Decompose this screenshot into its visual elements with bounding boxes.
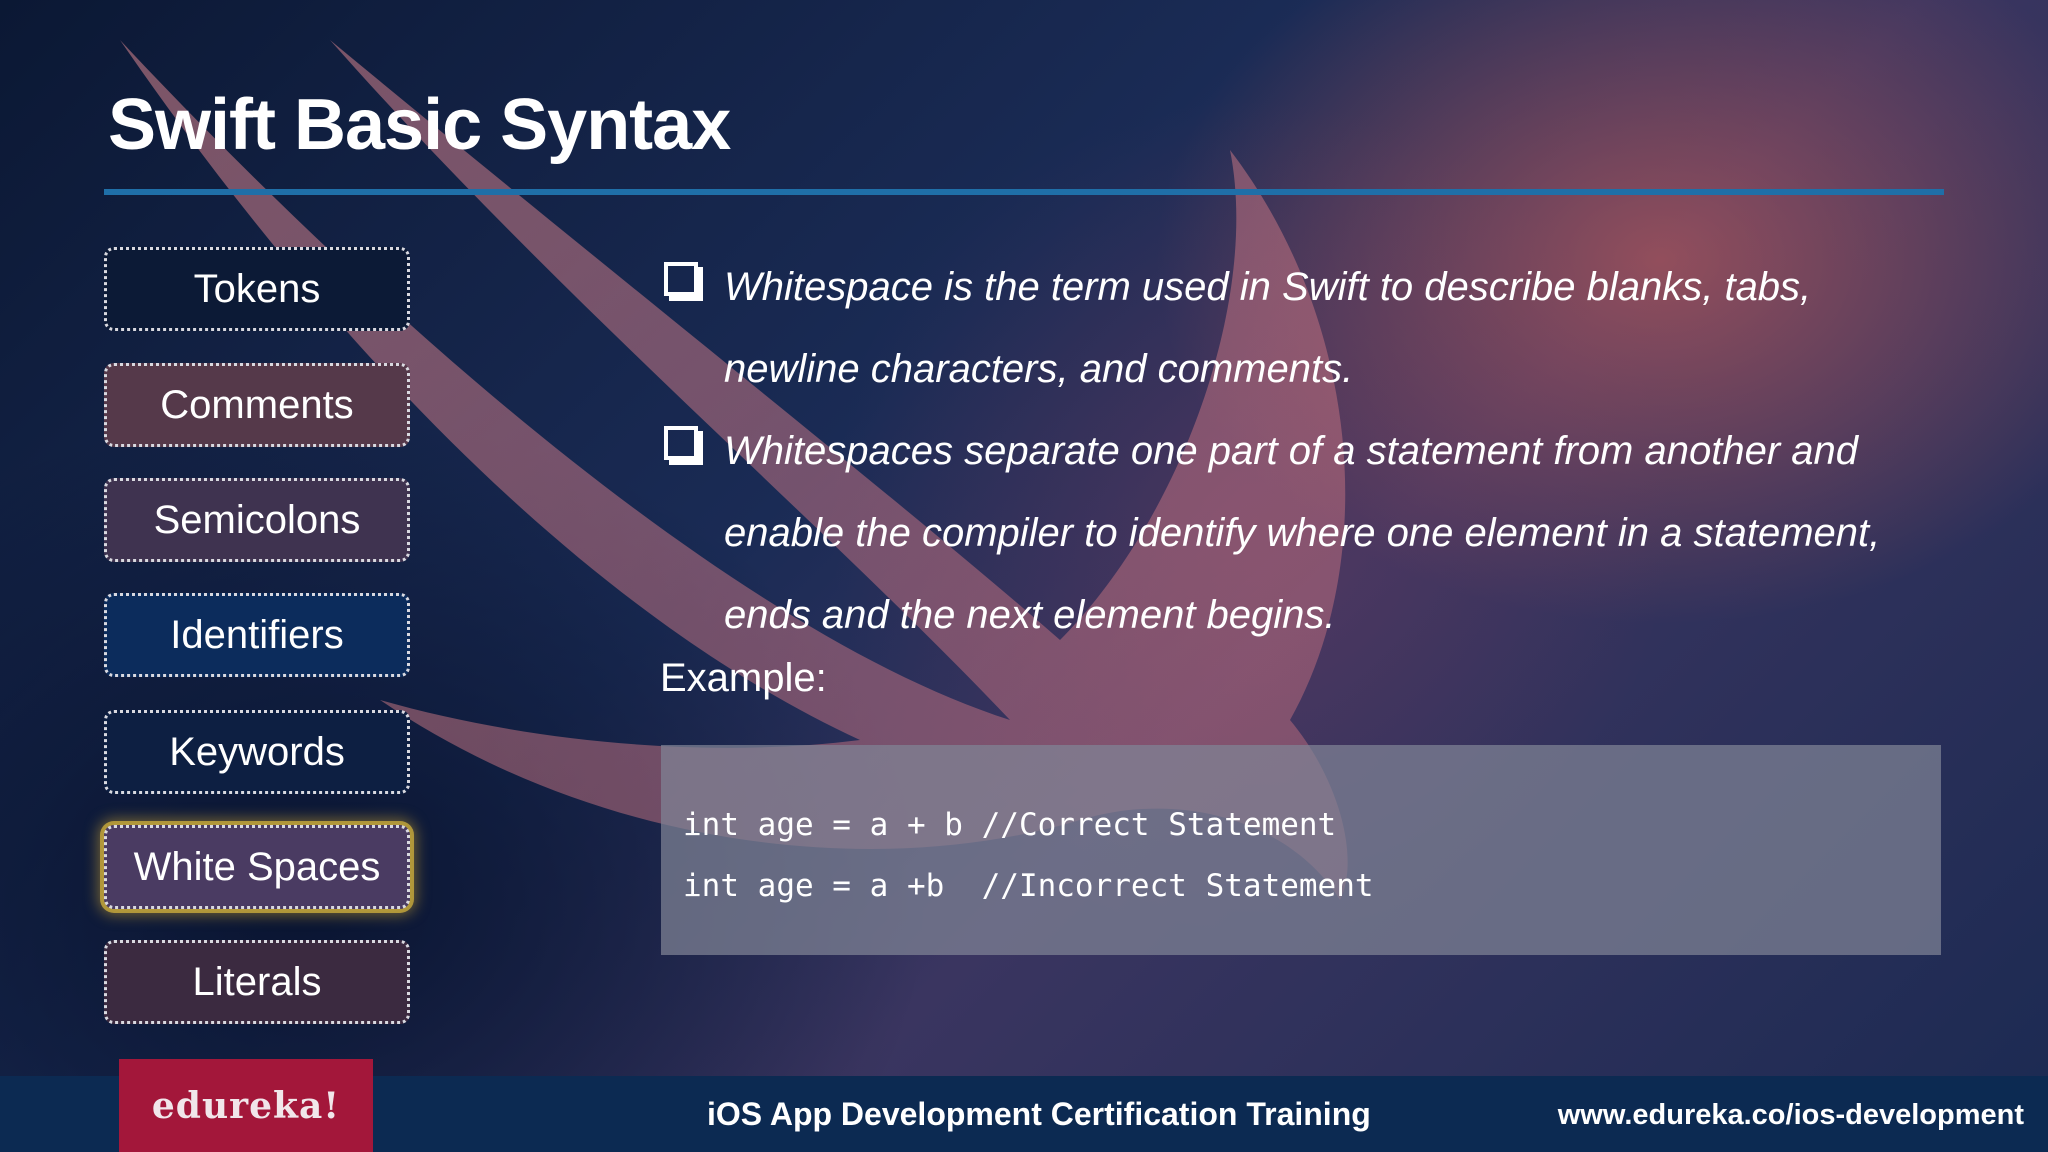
edureka-logo: edureka!: [119, 1059, 373, 1152]
sidebar-item-semicolons[interactable]: Semicolons: [104, 478, 410, 562]
slide-title: Swift Basic Syntax: [108, 85, 731, 165]
sidebar-item-white-spaces[interactable]: White Spaces: [104, 825, 410, 909]
checkbox-icon: [664, 262, 698, 296]
bullet-list: Whitespace is the term used in Swift to …: [660, 246, 1950, 656]
bullet-item: Whitespace is the term used in Swift to …: [660, 246, 1950, 410]
sidebar-item-comments[interactable]: Comments: [104, 363, 410, 447]
sidebar-item-tokens[interactable]: Tokens: [104, 247, 410, 331]
bullet-line: Whitespaces separate one part of a state…: [724, 429, 1858, 473]
bullet-line: enable the compiler to identify where on…: [724, 511, 1881, 555]
course-title: iOS App Development Certification Traini…: [707, 1096, 1371, 1132]
bullet-line: newline characters, and comments.: [724, 347, 1354, 391]
sidebar-item-keywords[interactable]: Keywords: [104, 710, 410, 794]
code-line: int age = a + b //Correct Statement: [683, 807, 1337, 843]
bullet-line: Whitespace is the term used in Swift to …: [724, 265, 1812, 309]
bullet-item: Whitespaces separate one part of a state…: [660, 410, 1950, 656]
bullet-line: ends and the next element begins.: [724, 593, 1336, 637]
sidebar-item-literals[interactable]: Literals: [104, 940, 410, 1024]
title-underline: [104, 189, 1944, 195]
code-line: int age = a +b //Incorrect Statement: [683, 868, 1374, 904]
footer-url[interactable]: www.edureka.co/ios-development: [1558, 1099, 2024, 1132]
example-label: Example:: [660, 656, 827, 700]
sidebar-item-identifiers[interactable]: Identifiers: [104, 593, 410, 677]
code-example-box: int age = a + b //Correct Statement int …: [661, 745, 1941, 955]
checkbox-icon: [664, 426, 698, 460]
